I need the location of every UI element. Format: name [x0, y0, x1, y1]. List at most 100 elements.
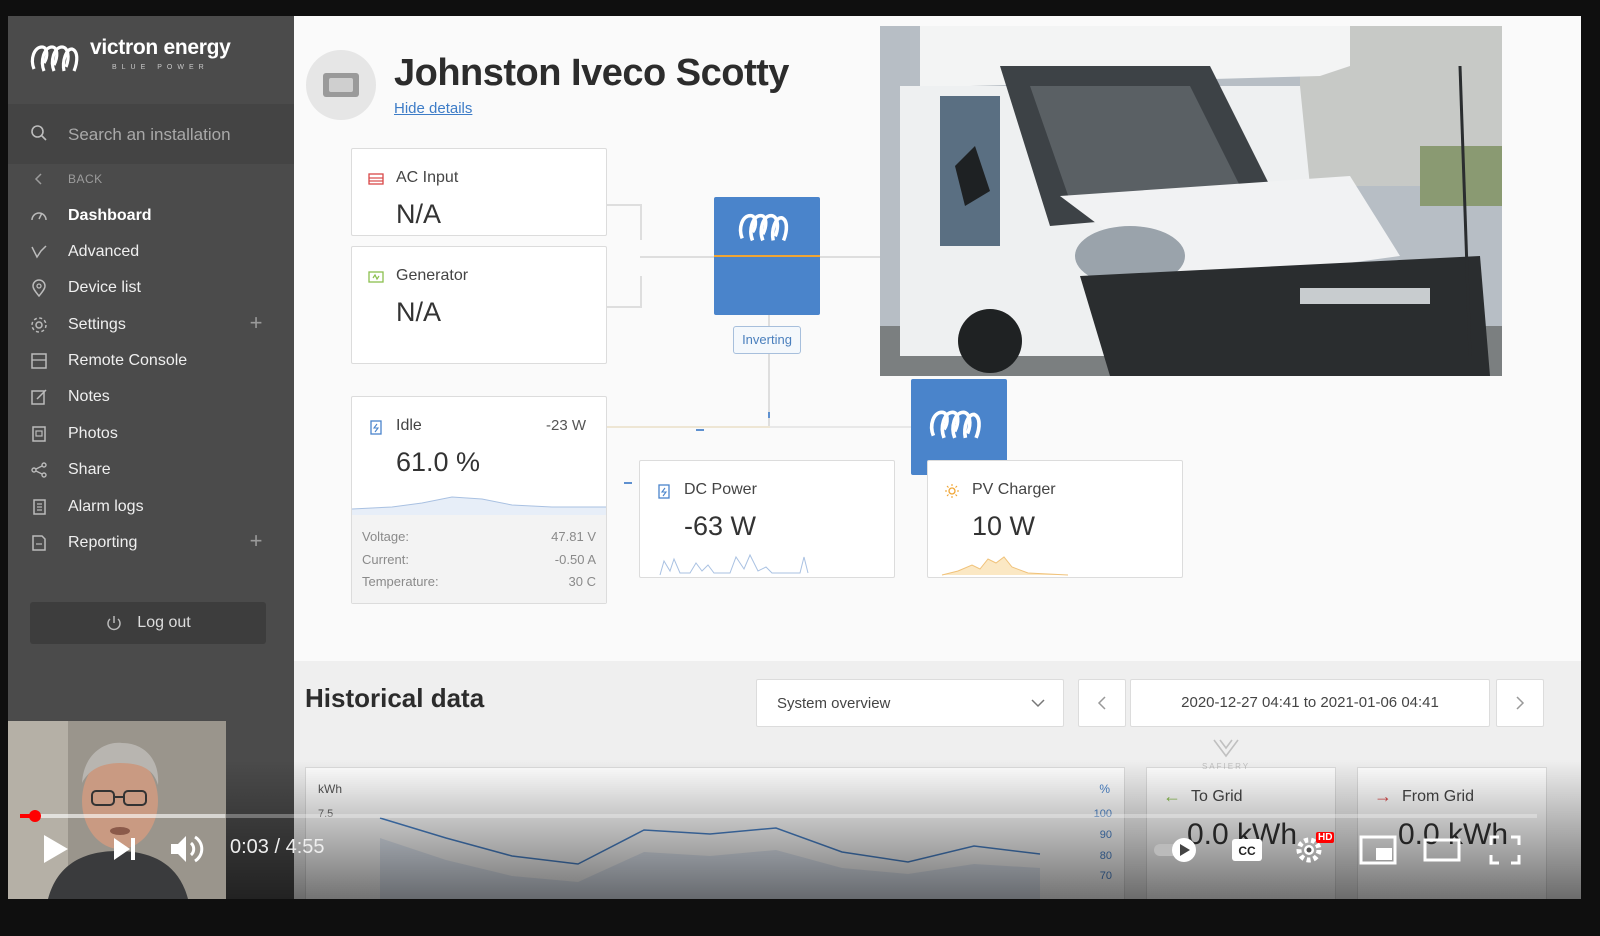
fullscreen-button[interactable] — [1488, 834, 1522, 866]
sidebar-item-label: Alarm logs — [68, 498, 144, 515]
dc-power-label: DC Power — [684, 481, 757, 498]
historical-chart[interactable]: kWh % 7.5 100 90 80 70 — [305, 767, 1125, 899]
from-grid-label: From Grid — [1402, 788, 1474, 805]
date-range-display[interactable]: 2020-12-27 04:41 to 2021-01-06 04:41 — [1130, 679, 1490, 727]
pv-charger-card[interactable]: PV Charger 10 W — [927, 460, 1183, 578]
miniplayer-icon — [1359, 835, 1397, 865]
sidebar-item-advanced[interactable]: Advanced — [8, 235, 294, 269]
battery-card[interactable]: Idle -23 W 61.0 % Voltage: 47.81 V Curren… — [351, 396, 607, 604]
theater-mode-button[interactable] — [1422, 834, 1462, 866]
battery-power: -23 W — [545, 417, 586, 434]
location-pin-icon — [32, 279, 46, 297]
battery-soc: 61.0 % — [396, 447, 481, 477]
generator-card[interactable]: Generator N/A — [351, 246, 607, 364]
sidebar-item-photos[interactable]: Photos — [8, 417, 294, 451]
photo-icon — [32, 426, 46, 442]
chart-tick-right: 70 — [1099, 870, 1112, 882]
report-icon — [32, 535, 46, 551]
expand-plus-icon[interactable]: + — [246, 312, 266, 334]
power-icon — [107, 616, 122, 631]
channel-watermark[interactable]: SAFIERY — [1194, 738, 1258, 778]
chevron-right-icon — [1516, 696, 1525, 710]
back-label: BACK — [68, 172, 103, 186]
play-icon — [44, 835, 68, 863]
dc-power-sparkline — [659, 553, 809, 576]
battery-temperature-row: Temperature: 30 C — [362, 574, 596, 589]
chart-unit-left: kWh — [318, 782, 342, 796]
volume-icon — [171, 835, 204, 863]
victron-logo-icon — [929, 410, 981, 439]
chart-unit-right: % — [1099, 782, 1110, 796]
settings-button[interactable]: HD — [1294, 830, 1336, 866]
flow-dot — [624, 482, 632, 484]
sidebar-item-device-list[interactable]: Device list — [8, 271, 294, 305]
presenter-webcam — [8, 721, 226, 899]
svg-text:CC: CC — [1238, 844, 1256, 858]
share-icon — [31, 462, 47, 478]
wire — [640, 256, 714, 258]
fullscreen-icon — [1489, 835, 1521, 865]
search-input[interactable] — [66, 120, 280, 150]
gear-icon — [31, 317, 47, 333]
detail-label: Temperature: — [362, 574, 439, 589]
search-icon — [31, 125, 47, 141]
sidebar-item-label: Share — [68, 461, 111, 478]
sidebar-item-notes[interactable]: Notes — [8, 380, 294, 414]
sidebar-item-alarm-logs[interactable]: Alarm logs — [8, 490, 294, 524]
wire — [770, 426, 914, 428]
sidebar-item-reporting[interactable]: Reporting + — [8, 526, 294, 560]
dc-power-icon — [658, 484, 670, 499]
presenter-illustration — [8, 721, 226, 899]
ac-input-card[interactable]: AC Input N/A — [351, 148, 607, 236]
installation-avatar[interactable] — [306, 50, 376, 120]
arrow-left-icon: ← — [1163, 786, 1181, 806]
victron-logo-icon — [738, 213, 789, 242]
victron-logo-icon — [30, 45, 79, 72]
captions-button[interactable]: CC — [1230, 836, 1264, 864]
sidebar-item-settings[interactable]: Settings + — [8, 308, 294, 342]
next-range-button[interactable] — [1496, 679, 1544, 727]
sidebar-item-dashboard[interactable]: Dashboard — [8, 199, 294, 233]
sidebar-item-remote-console[interactable]: Remote Console — [8, 344, 294, 378]
volume-button[interactable] — [168, 832, 208, 866]
hide-details-link[interactable]: Hide details — [394, 100, 472, 117]
sidebar-item-label: Dashboard — [68, 207, 152, 224]
wire — [640, 276, 642, 306]
autoplay-icon — [1154, 838, 1196, 862]
back-link[interactable]: BACK — [8, 162, 294, 196]
video-progress-bar[interactable] — [20, 810, 1537, 822]
sidebar-item-label: Advanced — [68, 243, 140, 260]
next-video-button[interactable] — [110, 834, 140, 864]
dc-power-value: -63 W — [684, 511, 757, 541]
console-icon — [31, 353, 47, 369]
previous-range-button[interactable] — [1078, 679, 1126, 727]
dc-power-card[interactable]: DC Power -63 W — [639, 460, 895, 578]
installation-photo[interactable] — [880, 26, 1502, 376]
sidebar-item-label: Remote Console — [68, 352, 188, 369]
detail-label: Voltage: — [362, 529, 409, 544]
expand-plus-icon[interactable]: + — [246, 530, 266, 552]
from-grid-card[interactable]: → From Grid 0.0 kWh — [1357, 767, 1547, 899]
inverter-device[interactable] — [714, 197, 820, 315]
wire — [820, 256, 880, 258]
view-select-dropdown[interactable]: System overview — [756, 679, 1064, 727]
logout-button[interactable]: Log out — [30, 602, 266, 644]
brand-tagline: BLUE POWER — [112, 64, 209, 71]
inverter-status-line — [714, 255, 820, 257]
alarm-log-icon — [33, 499, 46, 515]
battery-voltage-row: Voltage: 47.81 V — [362, 529, 596, 544]
sun-icon — [945, 484, 959, 498]
main-content: Johnston Iveco Scotty Hide details AC In… — [294, 16, 1581, 899]
generator-icon — [368, 271, 384, 283]
play-button[interactable] — [40, 832, 72, 866]
scrubber-handle[interactable] — [29, 810, 41, 822]
autoplay-toggle[interactable] — [1152, 836, 1202, 864]
buffered-bar — [20, 814, 225, 818]
flow-dot — [768, 412, 770, 418]
wire — [606, 306, 642, 308]
victron-logo[interactable]: victron energy BLUE POWER — [28, 37, 231, 78]
flow-dot — [696, 429, 704, 431]
sidebar-item-share[interactable]: Share — [8, 453, 294, 487]
device-icon — [323, 73, 359, 97]
miniplayer-button[interactable] — [1358, 834, 1398, 866]
